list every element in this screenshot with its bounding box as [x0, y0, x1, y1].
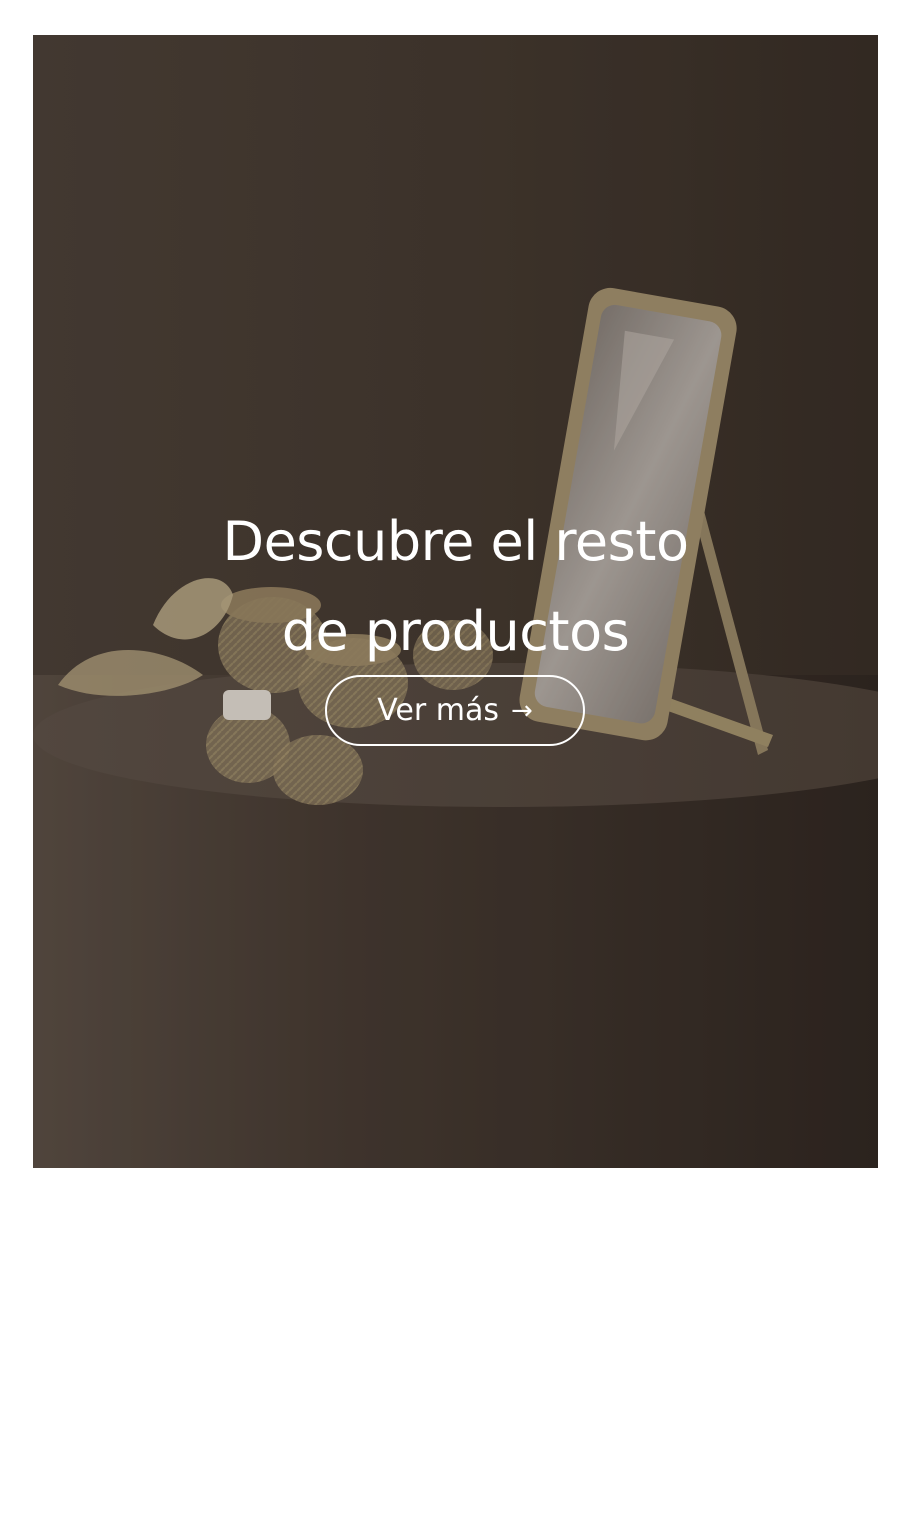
promo-banner: Descubre el resto de productos Ver más → — [33, 35, 878, 1168]
headline-line-2: de productos — [281, 600, 630, 663]
headline-line-1: Descubre el resto — [222, 510, 689, 573]
ver-mas-button[interactable]: Ver más → — [325, 675, 585, 746]
banner-headline: Descubre el resto de productos — [33, 497, 878, 677]
ver-mas-label: Ver más — [377, 693, 499, 728]
arrow-right-icon: → — [510, 695, 533, 726]
